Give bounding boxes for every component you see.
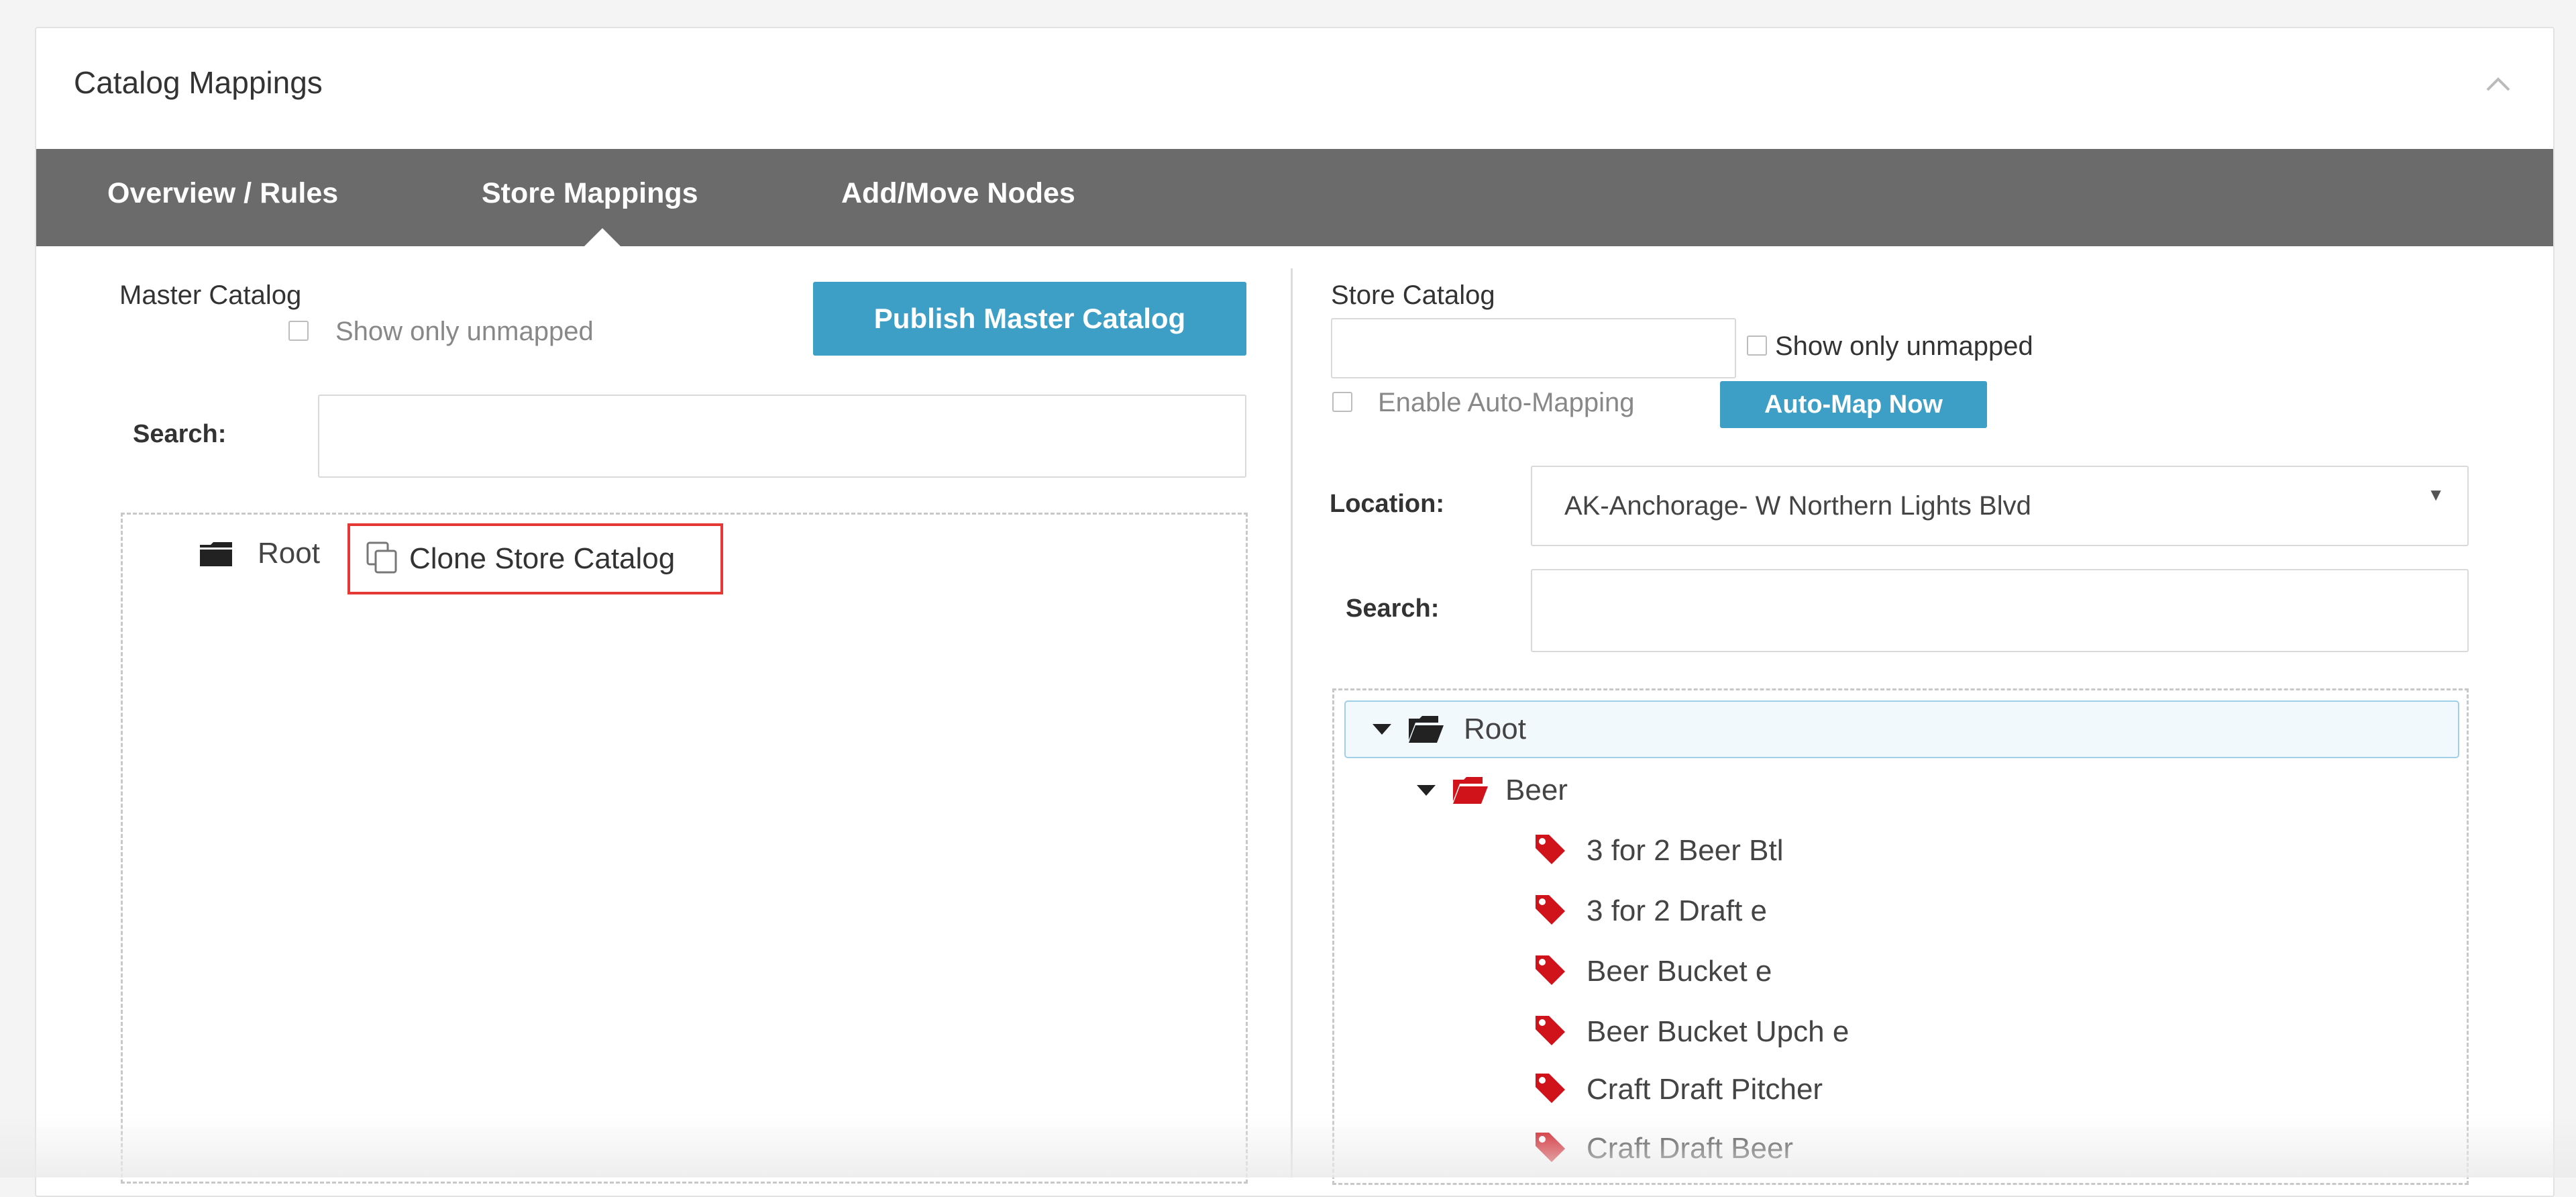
master-show-unmapped-label: Show only unmapped: [335, 317, 594, 346]
master-show-unmapped-checkbox[interactable]: [288, 321, 309, 341]
store-search-input[interactable]: [1531, 569, 2469, 652]
store-show-unmapped-checkbox[interactable]: [1747, 335, 1767, 356]
tree-leaf-item[interactable]: Beer Bucket e: [1533, 945, 1772, 998]
chevron-up-icon[interactable]: [2483, 70, 2513, 99]
tree-leaf-label: Beer Bucket e: [1587, 955, 1772, 988]
location-label: Location:: [1330, 490, 1444, 518]
expand-caret-icon[interactable]: [1373, 724, 1391, 735]
tag-icon: [1533, 1130, 1568, 1168]
tag-icon: [1533, 892, 1568, 931]
store-tree-root-label: Root: [1464, 713, 1526, 745]
tag-icon: [1533, 832, 1568, 870]
tree-leaf-item[interactable]: Craft Draft Beer: [1533, 1122, 1793, 1176]
master-catalog-title: Master Catalog: [119, 280, 302, 310]
tag-icon: [1533, 953, 1568, 991]
enable-auto-mapping-label: Enable Auto-Mapping: [1378, 388, 1635, 417]
tree-leaf-item[interactable]: Beer Bucket Upch e: [1533, 1005, 1849, 1059]
store-tree-root-row[interactable]: Root: [1344, 700, 2459, 758]
tab-store-mappings[interactable]: Store Mappings: [482, 177, 698, 210]
tag-icon: [1533, 1071, 1568, 1109]
location-selected-value: AK-Anchorage- W Northern Lights Blvd: [1564, 490, 2031, 521]
folder-open-icon: [1407, 716, 1445, 743]
tree-leaf-label: Beer Bucket Upch e: [1587, 1015, 1849, 1048]
store-tree-folder-label: Beer: [1505, 774, 1568, 806]
tag-icon: [1533, 1013, 1568, 1051]
tree-leaf-label: 3 for 2 Draft e: [1587, 894, 1768, 927]
tab-bar: [36, 149, 2553, 246]
folder-open-icon: [1452, 777, 1489, 804]
store-tree-folder-row[interactable]: Beer: [1417, 764, 1568, 817]
tree-leaf-label: 3 for 2 Beer Btl: [1587, 834, 1784, 867]
clone-store-catalog-label: Clone Store Catalog: [409, 542, 676, 575]
enable-auto-mapping-checkbox[interactable]: [1332, 392, 1352, 412]
tree-leaf-label: Craft Draft Pitcher: [1587, 1073, 1823, 1106]
store-show-unmapped-label: Show only unmapped: [1775, 331, 2033, 361]
master-search-label: Search:: [133, 420, 227, 448]
publish-master-catalog-button[interactable]: Publish Master Catalog: [813, 282, 1246, 356]
column-divider: [1291, 268, 1293, 1178]
location-select[interactable]: AK-Anchorage- W Northern Lights Blvd ▼: [1531, 466, 2469, 546]
store-catalog-title: Store Catalog: [1331, 280, 1495, 310]
caret-down-icon: ▼: [2427, 484, 2445, 505]
store-tree-container: [1332, 688, 2469, 1185]
panel-title: Catalog Mappings: [74, 65, 323, 100]
tab-add-move-nodes[interactable]: Add/Move Nodes: [841, 177, 1075, 210]
active-tab-indicator: [584, 228, 621, 247]
tree-leaf-item[interactable]: 3 for 2 Beer Btl: [1533, 824, 1783, 878]
master-search-input[interactable]: [318, 395, 1246, 478]
store-search-label: Search:: [1346, 594, 1440, 623]
master-tree-root[interactable]: Root: [258, 537, 320, 570]
expand-caret-icon[interactable]: [1417, 785, 1436, 796]
clone-store-catalog-button[interactable]: Clone Store Catalog: [347, 523, 723, 594]
auto-map-now-button[interactable]: Auto-Map Now: [1720, 381, 1987, 428]
tab-overview-rules[interactable]: Overview / Rules: [107, 177, 338, 210]
tree-leaf-item[interactable]: Craft Draft Pitcher: [1533, 1063, 1823, 1116]
folder-icon: [199, 541, 233, 571]
master-tree-container: [121, 513, 1248, 1184]
tree-leaf-item[interactable]: 3 for 2 Draft e: [1533, 884, 1767, 938]
copy-icon: [365, 540, 400, 578]
store-catalog-filter-input[interactable]: [1331, 318, 1736, 378]
tree-leaf-label: Craft Draft Beer: [1587, 1132, 1794, 1165]
